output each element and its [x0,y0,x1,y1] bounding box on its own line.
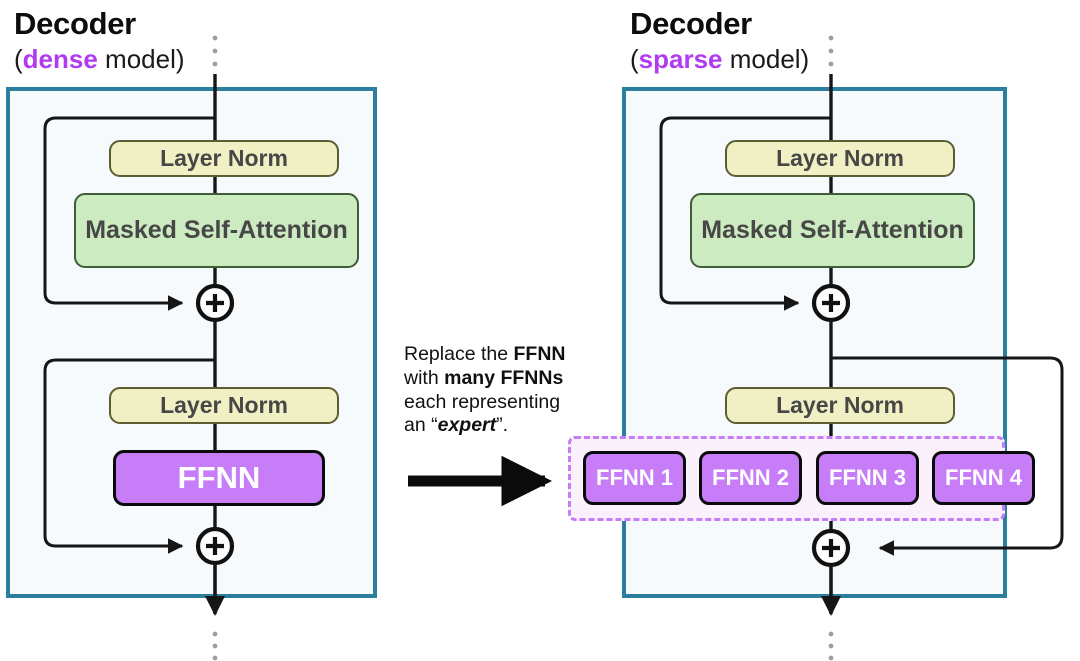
diagram-canvas: Decoder (dense model) Layer Norm Masked … [0,0,1080,661]
right-decoder-subtitle: (sparse model) [630,44,809,75]
left-ffnn-block[interactable]: FFNN [113,450,325,506]
left-layer-norm-1[interactable]: Layer Norm [109,140,339,177]
caption-line-2-plain: with [404,366,445,389]
left-output-dots [212,631,218,661]
left-add-1 [195,283,235,323]
expert-ffnn-1[interactable]: FFNN 1 [583,451,686,505]
left-subtitle-rest: model) [97,44,185,74]
right-decoder-title: Decoder [630,6,752,41]
right-subtitle-highlight: sparse [638,44,723,74]
diagram-vector-layer [6,35,1064,661]
right-subtitle-rest: model) [722,44,810,74]
transform-caption: Replace the FFNN with many FFNNs each re… [404,343,566,438]
left-decoder-subtitle: (dense model) [14,44,185,75]
right-layer-norm-2[interactable]: Layer Norm [725,387,955,424]
caption-line-3: each representing [404,390,561,413]
right-add-2 [811,528,851,568]
caption-line-1: Replace the FFNN [404,343,566,367]
caption-line-4-italic: expert [437,414,497,437]
left-decoder-title: Decoder [14,6,136,41]
left-layer-norm-2[interactable]: Layer Norm [109,387,339,424]
caption-line-1-bold: FFNN [513,343,566,365]
left-add-2 [195,526,235,566]
caption-line-2: with many FFNNs [404,367,566,391]
right-output-dots [828,631,834,661]
right-subtitle-open: ( [630,44,639,74]
right-layer-norm-1[interactable]: Layer Norm [725,140,955,177]
expert-ffnn-4[interactable]: FFNN 4 [932,451,1035,505]
left-masked-self-attention[interactable]: Masked Self-Attention [74,193,359,268]
right-masked-self-attention[interactable]: Masked Self-Attention [690,193,975,268]
caption-line-4-plain-b: ”. [496,414,509,437]
left-input-dots [212,35,218,67]
right-add-1 [811,283,851,323]
caption-line-2-bold: many FFNNs [444,366,564,389]
caption-line-1-plain: Replace the [404,343,514,365]
left-subtitle-open: ( [14,44,23,74]
caption-line-4-plain-a: an “ [404,414,438,437]
right-input-dots [828,35,834,67]
left-subtitle-highlight: dense [22,44,98,74]
caption-line-4: an “expert”. [404,414,566,438]
expert-ffnn-2[interactable]: FFNN 2 [699,451,802,505]
expert-ffnn-3[interactable]: FFNN 3 [816,451,919,505]
